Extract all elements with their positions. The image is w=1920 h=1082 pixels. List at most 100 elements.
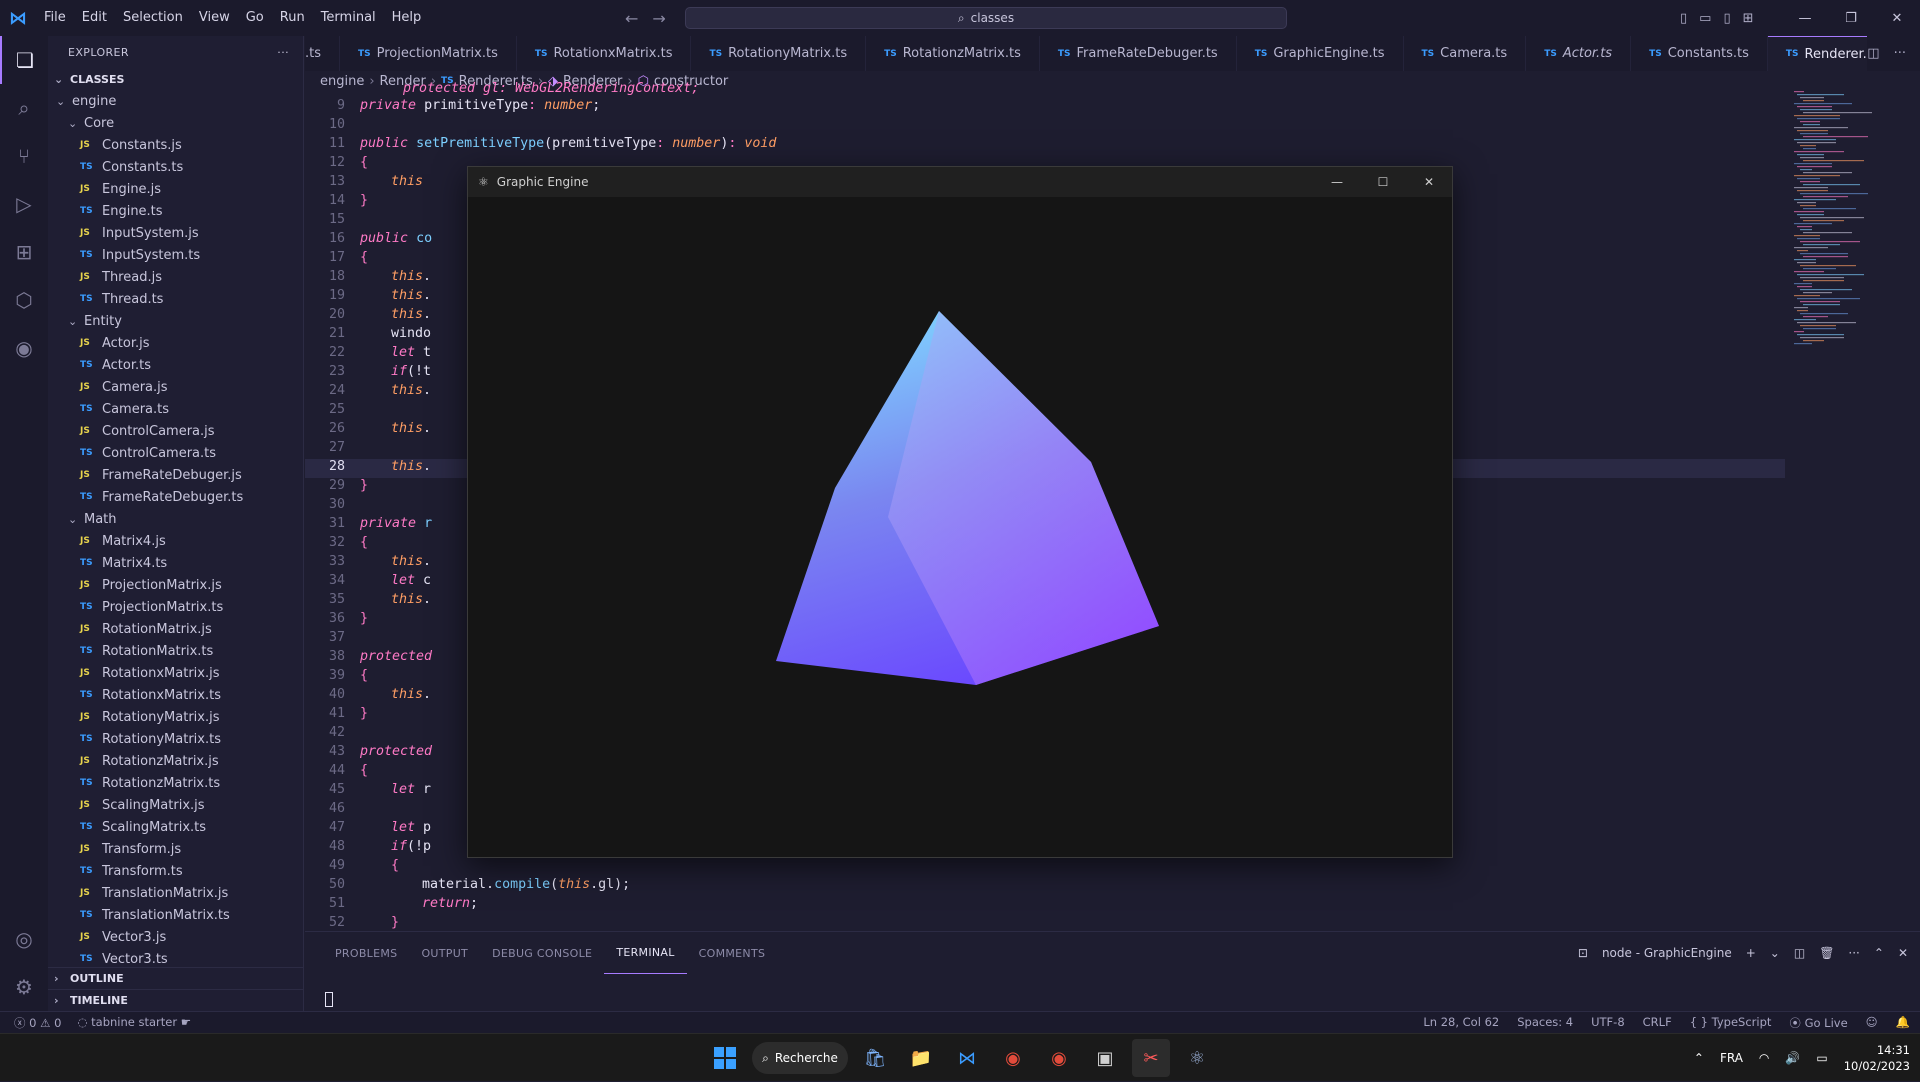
taskbar-search[interactable]: ⌕ Recherche (752, 1042, 848, 1074)
timeline-header[interactable]: › TIMELINE (48, 989, 304, 1011)
file-item[interactable]: JS ControlCamera.js (48, 420, 303, 442)
file-item[interactable]: TS RotationzMatrix.ts (48, 772, 303, 794)
menu-selection[interactable]: Selection (115, 0, 191, 36)
file-item[interactable]: TS FrameRateDebuger.ts (48, 486, 303, 508)
file-explorer-icon[interactable]: 📁 (902, 1039, 940, 1077)
file-item[interactable]: JS Vector3.js (48, 926, 303, 948)
editor-tab[interactable]: TS Constants.ts (1631, 36, 1768, 71)
file-item[interactable]: JS Camera.js (48, 376, 303, 398)
close-panel-icon[interactable]: ✕ (1898, 946, 1908, 960)
tab-terminal[interactable]: TERMINAL (604, 932, 687, 974)
menu-file[interactable]: File (36, 0, 74, 36)
tabnine-status[interactable]: ◌ tabnine starter ☛ (77, 1015, 191, 1031)
split-terminal-icon[interactable]: ◫ (1794, 946, 1805, 960)
file-item[interactable]: TS Camera.ts (48, 398, 303, 420)
wifi-icon[interactable]: ◠ (1759, 1051, 1769, 1065)
file-item[interactable]: JS FrameRateDebuger.js (48, 464, 303, 486)
file-item[interactable]: TS Matrix4.ts (48, 552, 303, 574)
chevron-down-icon[interactable]: ⌄ (1770, 946, 1780, 960)
code-line[interactable]: 50 material.compile(this.gl); (305, 877, 1785, 896)
file-item[interactable]: JS RotationyMatrix.js (48, 706, 303, 728)
menu-edit[interactable]: Edit (74, 0, 115, 36)
close-icon[interactable]: ✕ (1406, 167, 1452, 197)
file-item[interactable]: JS Engine.js (48, 178, 303, 200)
toggle-secondary-sidebar-icon[interactable]: ▯ (1723, 11, 1730, 26)
workspace-root[interactable]: ⌄ CLASSES (48, 68, 303, 90)
file-item[interactable]: TS ScalingMatrix.ts (48, 816, 303, 838)
explorer-icon[interactable]: ❏ (0, 36, 48, 84)
file-item[interactable]: TS Constants.ts (48, 156, 303, 178)
folder-item[interactable]: ⌄ Math (48, 508, 303, 530)
clock[interactable]: 14:31 10/02/2023 (1844, 1042, 1910, 1074)
tab-comments[interactable]: COMMENTS (687, 932, 778, 974)
close-icon[interactable]: ✕ (1874, 0, 1920, 36)
chrome-icon[interactable]: ◉ (1040, 1039, 1078, 1077)
file-item[interactable]: TS ProjectionMatrix.ts (48, 596, 303, 618)
file-item[interactable]: JS Actor.js (48, 332, 303, 354)
editor-tab[interactable]: TS RotationyMatrix.ts (691, 36, 867, 71)
chevron-up-icon[interactable]: ⌃ (1694, 1051, 1704, 1065)
file-item[interactable]: TS RotationMatrix.ts (48, 640, 303, 662)
editor-tab[interactable]: TS GraphicEngine.ts (1237, 36, 1404, 71)
battery-icon[interactable]: ▭ (1816, 1051, 1827, 1065)
file-item[interactable]: JS RotationMatrix.js (48, 618, 303, 640)
minimize-icon[interactable]: — (1314, 167, 1360, 197)
file-item[interactable]: TS RotationyMatrix.ts (48, 728, 303, 750)
file-item[interactable]: TS Thread.ts (48, 288, 303, 310)
feedback-icon[interactable]: ☺ (1866, 1015, 1878, 1031)
file-item[interactable]: JS RotationzMatrix.js (48, 750, 303, 772)
file-item[interactable]: JS ScalingMatrix.js (48, 794, 303, 816)
notifications-icon[interactable]: 🔔 (1896, 1015, 1910, 1031)
code-line[interactable]: 9 private primitiveType: number; (305, 98, 1785, 117)
more-actions-icon[interactable]: ··· (1848, 946, 1859, 960)
remote-explorer-icon[interactable]: ⬡ (0, 276, 48, 324)
code-line[interactable]: 51 return; (305, 896, 1785, 915)
end-of-line[interactable]: CRLF (1643, 1015, 1672, 1031)
menu-help[interactable]: Help (384, 0, 430, 36)
github-icon[interactable]: ◉ (0, 324, 48, 372)
graphic-engine-window[interactable]: ⚛ Graphic Engine — ☐ ✕ (467, 166, 1453, 858)
file-item[interactable]: JS InputSystem.js (48, 222, 303, 244)
input-language[interactable]: FRA (1720, 1051, 1743, 1065)
problems-status[interactable]: ⓧ 0 ⚠ 0 (14, 1015, 61, 1031)
encoding[interactable]: UTF-8 (1591, 1015, 1625, 1031)
terminal-taskbar-icon[interactable]: ▣ (1086, 1039, 1124, 1077)
file-item[interactable]: JS Thread.js (48, 266, 303, 288)
outline-section[interactable]: › OUTLINE › TIMELINE (48, 967, 304, 1011)
source-control-icon[interactable]: ⑂ (0, 132, 48, 180)
language-mode[interactable]: { } TypeScript (1690, 1015, 1772, 1031)
editor-tab[interactable]: TS RotationzMatrix.ts (866, 36, 1040, 71)
volume-icon[interactable]: 🔊 (1785, 1051, 1800, 1065)
editor-tab[interactable]: TS ProjectionMatrix.ts (340, 36, 517, 71)
folder-item[interactable]: ⌄ Core (48, 112, 303, 134)
file-item[interactable]: JS Transform.js (48, 838, 303, 860)
terminal-cursor[interactable] (325, 992, 333, 1007)
add-terminal-icon[interactable]: + (1746, 946, 1756, 960)
toggle-sidebar-icon[interactable]: ▯ (1680, 11, 1687, 26)
maximize-panel-icon[interactable]: ⌃ (1874, 946, 1884, 960)
menu-go[interactable]: Go (238, 0, 272, 36)
go-live[interactable]: ⦿ Go Live (1789, 1015, 1847, 1031)
editor-tab[interactable]: TS RotationxMatrix.ts (517, 36, 692, 71)
command-center-search[interactable]: ⌕ classes (685, 7, 1287, 29)
back-arrow-icon[interactable]: ← (625, 9, 638, 28)
menu-run[interactable]: Run (272, 0, 313, 36)
search-view-icon[interactable]: ⌕ (0, 84, 48, 132)
code-line[interactable]: 11 public setPremitiveType(premitiveType:… (305, 136, 1785, 155)
terminal-name[interactable]: node - GraphicEngine (1602, 946, 1732, 960)
file-item[interactable]: TS ControlCamera.ts (48, 442, 303, 464)
menu-terminal[interactable]: Terminal (313, 0, 384, 36)
minimap[interactable] (1790, 91, 1900, 351)
file-item[interactable]: TS RotationxMatrix.ts (48, 684, 303, 706)
file-item[interactable]: TS InputSystem.ts (48, 244, 303, 266)
file-item[interactable]: TS TranslationMatrix.ts (48, 904, 303, 926)
restore-icon[interactable]: ❐ (1828, 0, 1874, 36)
cursor-position[interactable]: Ln 28, Col 62 (1423, 1015, 1499, 1031)
extensions-icon[interactable]: ⊞ (0, 228, 48, 276)
editor-tab[interactable]: TS FrameRateDebuger.ts (1040, 36, 1237, 71)
render-canvas[interactable] (468, 197, 1452, 857)
file-item[interactable]: JS RotationxMatrix.js (48, 662, 303, 684)
folder-item[interactable]: ⌄ engine (48, 90, 303, 112)
graphic-engine-titlebar[interactable]: ⚛ Graphic Engine (468, 167, 1452, 197)
folder-item[interactable]: ⌄ Entity (48, 310, 303, 332)
